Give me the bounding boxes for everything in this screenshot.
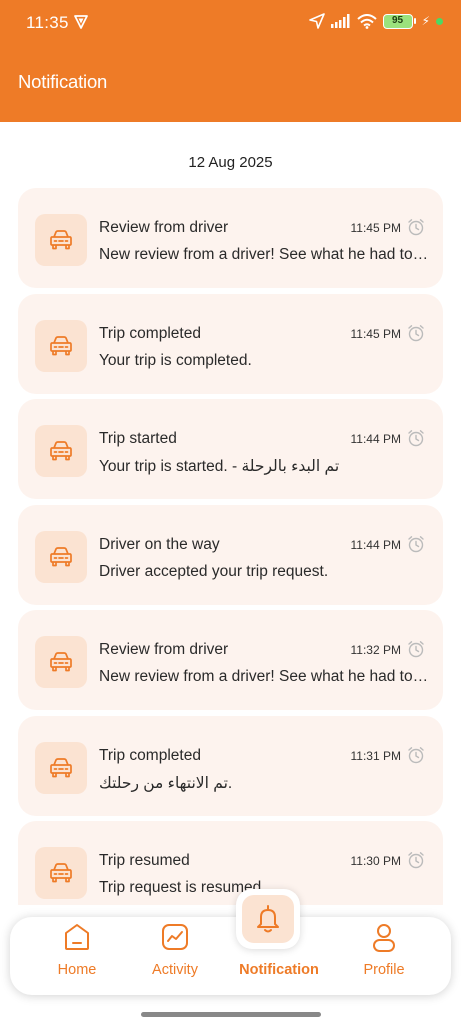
- car-icon: [35, 741, 87, 794]
- car-icon: [35, 847, 87, 899]
- alarm-clock-icon: [408, 641, 424, 658]
- wifi-icon: [356, 13, 377, 29]
- notification-title: Trip completed: [99, 324, 201, 342]
- notification-title: Review from driver: [99, 219, 229, 236]
- notification-body: New review from a driver! See what he ha…: [99, 246, 429, 263]
- profile-icon: [373, 924, 395, 952]
- notification-time: 11:44 PM: [350, 537, 401, 552]
- car-icon: [35, 319, 87, 372]
- notification-body: New review from a driver! See what he ha…: [99, 668, 429, 685]
- nav-notification-label: Notification: [239, 962, 319, 978]
- notification-card[interactable]: Trip completed 11:45 PM Your trip is com…: [18, 293, 443, 394]
- notification-time: 11:32 PM: [350, 643, 401, 657]
- notification-time: 11:30 PM: [350, 854, 401, 868]
- battery-level: 95: [382, 13, 413, 29]
- app-header: 11:35 95 ⚡ Notification: [0, 0, 461, 122]
- notification-body: Your trip is completed.: [99, 351, 252, 369]
- alarm-clock-icon: [408, 219, 424, 236]
- car-icon: [35, 425, 87, 477]
- nav-profile-label: Profile: [363, 962, 405, 978]
- car-icon: [35, 530, 87, 583]
- nav-profile[interactable]: Profile: [356, 917, 412, 995]
- signal-icon: [330, 14, 350, 28]
- notification-card[interactable]: Review from driver 11:32 PM New review f…: [18, 610, 443, 710]
- activity-chart-icon: [162, 924, 188, 950]
- notification-card[interactable]: Driver on the way 11:44 PM Driver accept…: [18, 504, 443, 605]
- notification-body: Driver accepted your trip request.: [99, 562, 329, 580]
- notification-time: 11:45 PM: [350, 326, 401, 341]
- car-icon: [35, 636, 87, 688]
- status-bar: 11:35 95 ⚡: [0, 0, 461, 46]
- bottom-navigation: Home Activity Notification Profile: [10, 917, 451, 995]
- notification-body: تم الانتهاء من رحلتك.: [99, 774, 233, 792]
- nav-home-label: Home: [57, 962, 97, 978]
- bell-icon: [242, 895, 294, 943]
- charging-icon: ⚡: [421, 14, 430, 28]
- notification-card[interactable]: Trip completed 11:31 PM تم الانتهاء من ر…: [18, 715, 443, 816]
- notification-time: 11:44 PM: [350, 432, 401, 446]
- notification-time: 11:31 PM: [350, 748, 401, 763]
- home-icon: [65, 924, 89, 950]
- car-icon: [35, 214, 87, 266]
- alarm-clock-icon: [408, 746, 424, 763]
- alarm-clock-icon: [408, 535, 424, 552]
- vpn-shield-icon: [74, 15, 88, 29]
- status-icons: 95 ⚡: [308, 13, 443, 29]
- nav-activity[interactable]: Activity: [144, 917, 206, 995]
- battery-indicator: 95: [382, 13, 416, 29]
- home-indicator[interactable]: [141, 1012, 321, 1017]
- notification-card[interactable]: Review from driver 11:45 PM New review f…: [18, 188, 443, 288]
- notification-title: Driver on the way: [99, 535, 220, 553]
- date-heading: 12 Aug 2025: [188, 154, 273, 171]
- nav-notification-active-bubble[interactable]: [236, 889, 300, 949]
- page-title: Notification: [18, 71, 108, 92]
- notification-title: Trip started: [99, 430, 177, 447]
- notification-card[interactable]: Trip started 11:44 PM Your trip is start…: [18, 399, 443, 499]
- notification-title: Trip completed: [99, 746, 201, 764]
- location-arrow-icon: [308, 13, 325, 29]
- notification-body: Your trip is started. - تم البدء بالرحلة: [99, 458, 340, 475]
- alarm-clock-icon: [408, 324, 424, 341]
- notification-card[interactable]: Trip resumed 11:30 PM Trip request is re…: [18, 821, 443, 905]
- alarm-clock-icon: [408, 430, 424, 447]
- alarm-clock-icon: [408, 852, 424, 869]
- nav-activity-label: Activity: [152, 962, 198, 978]
- status-time: 11:35: [26, 13, 69, 32]
- notification-list[interactable]: Review from driver 11:45 PM New review f…: [18, 188, 443, 905]
- notification-time: 11:45 PM: [350, 221, 401, 235]
- notification-title: Trip resumed: [99, 852, 190, 869]
- notification-title: Review from driver: [99, 641, 229, 658]
- nav-home[interactable]: Home: [47, 917, 107, 995]
- privacy-dot: [436, 17, 443, 25]
